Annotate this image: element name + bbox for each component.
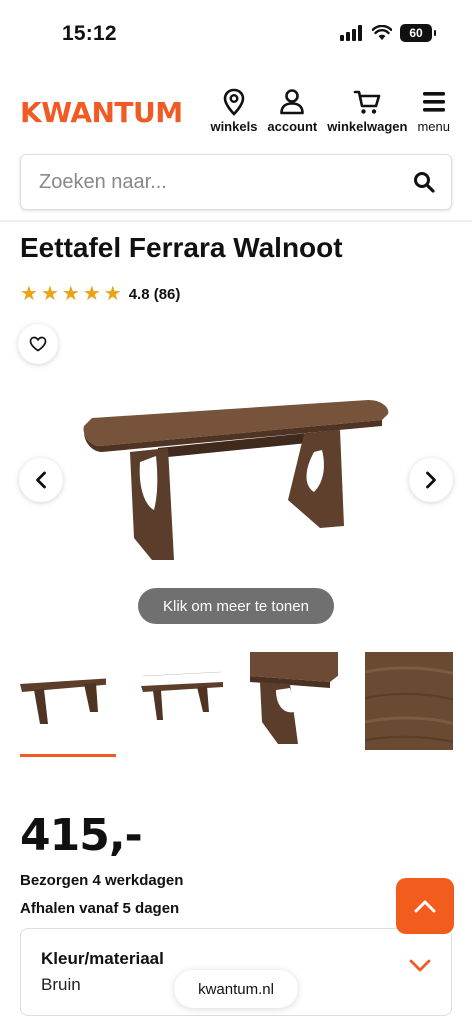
nav-account[interactable]: account <box>267 88 317 134</box>
nav-label-account: account <box>267 119 318 134</box>
show-more-button[interactable]: Klik om meer te tonen <box>138 588 334 624</box>
chevron-up-icon <box>414 900 436 913</box>
product-price: 415,- <box>20 810 143 861</box>
thumbnail-1-image <box>20 678 106 724</box>
heart-icon <box>29 336 47 352</box>
user-icon <box>280 89 305 115</box>
nav-menu[interactable]: menu <box>417 88 450 134</box>
status-bar: 15:12 60 <box>0 0 472 70</box>
header-divider <box>0 220 472 222</box>
wifi-icon <box>372 25 392 40</box>
thumbnail-strip <box>18 652 458 760</box>
chevron-left-icon <box>36 471 46 489</box>
nav-label-menu: menu <box>417 119 450 134</box>
product-main-image[interactable] <box>78 390 394 566</box>
option-value: Bruin <box>41 975 81 994</box>
status-time: 15:12 <box>62 22 117 45</box>
pickup-time: Afhalen vanaf 5 dagen <box>20 900 180 917</box>
battery-level: 60 <box>409 26 423 40</box>
thumbnail-4-image <box>365 652 453 750</box>
browser-url[interactable]: kwantum.nl <box>174 970 298 1008</box>
star-icon: ★ <box>20 283 38 305</box>
product-title: Eettafel Ferrara Walnoot <box>20 232 343 263</box>
chevron-right-icon <box>426 471 436 489</box>
site-header: KWANTUM winkels account winkelwagen menu <box>0 82 472 142</box>
search-input[interactable] <box>39 170 413 194</box>
rating-text: 4.8 (86) <box>128 285 181 303</box>
product-rating[interactable]: ★ ★ ★ ★ ★ 4.8 (86) <box>20 284 180 304</box>
thumbnail-2[interactable] <box>135 652 223 750</box>
nav-label-winkelwagen: winkelwagen <box>327 119 408 134</box>
thumbnail-2-image <box>141 671 223 720</box>
thumbnail-1[interactable] <box>18 652 106 750</box>
option-title: Kleur/materiaal <box>41 949 164 968</box>
status-icons: 60 <box>340 24 436 42</box>
hamburger-icon <box>422 92 445 112</box>
star-icon: ★ <box>61 283 80 305</box>
thumbnail-3-image <box>250 652 338 744</box>
chevron-down-icon <box>409 959 431 972</box>
thumbnail-selected-indicator <box>20 754 116 757</box>
favorite-button[interactable] <box>18 324 58 364</box>
cellular-signal-icon <box>340 25 362 41</box>
next-image-button[interactable] <box>409 458 453 502</box>
nav-winkelwagen[interactable]: winkelwagen <box>327 88 407 134</box>
search-bar <box>20 154 452 210</box>
delivery-time: Bezorgen 4 werkdagen <box>20 872 184 889</box>
battery-icon: 60 <box>400 24 436 42</box>
cart-icon <box>354 90 381 114</box>
star-icon: ★ <box>82 283 101 305</box>
nav-winkels[interactable]: winkels <box>210 88 257 134</box>
location-pin-icon <box>223 88 245 116</box>
thumbnail-3[interactable] <box>250 652 338 750</box>
thumbnail-4[interactable] <box>365 652 453 750</box>
back-to-top-button[interactable] <box>396 878 454 934</box>
kwantum-logo[interactable]: KWANTUM <box>20 96 183 129</box>
search-icon[interactable] <box>413 171 435 193</box>
previous-image-button[interactable] <box>19 458 63 502</box>
nav-label-winkels: winkels <box>210 119 258 134</box>
star-icon: ★ <box>40 283 59 305</box>
header-nav: winkels account winkelwagen menu <box>210 88 450 134</box>
star-icon: ★ <box>103 283 122 305</box>
